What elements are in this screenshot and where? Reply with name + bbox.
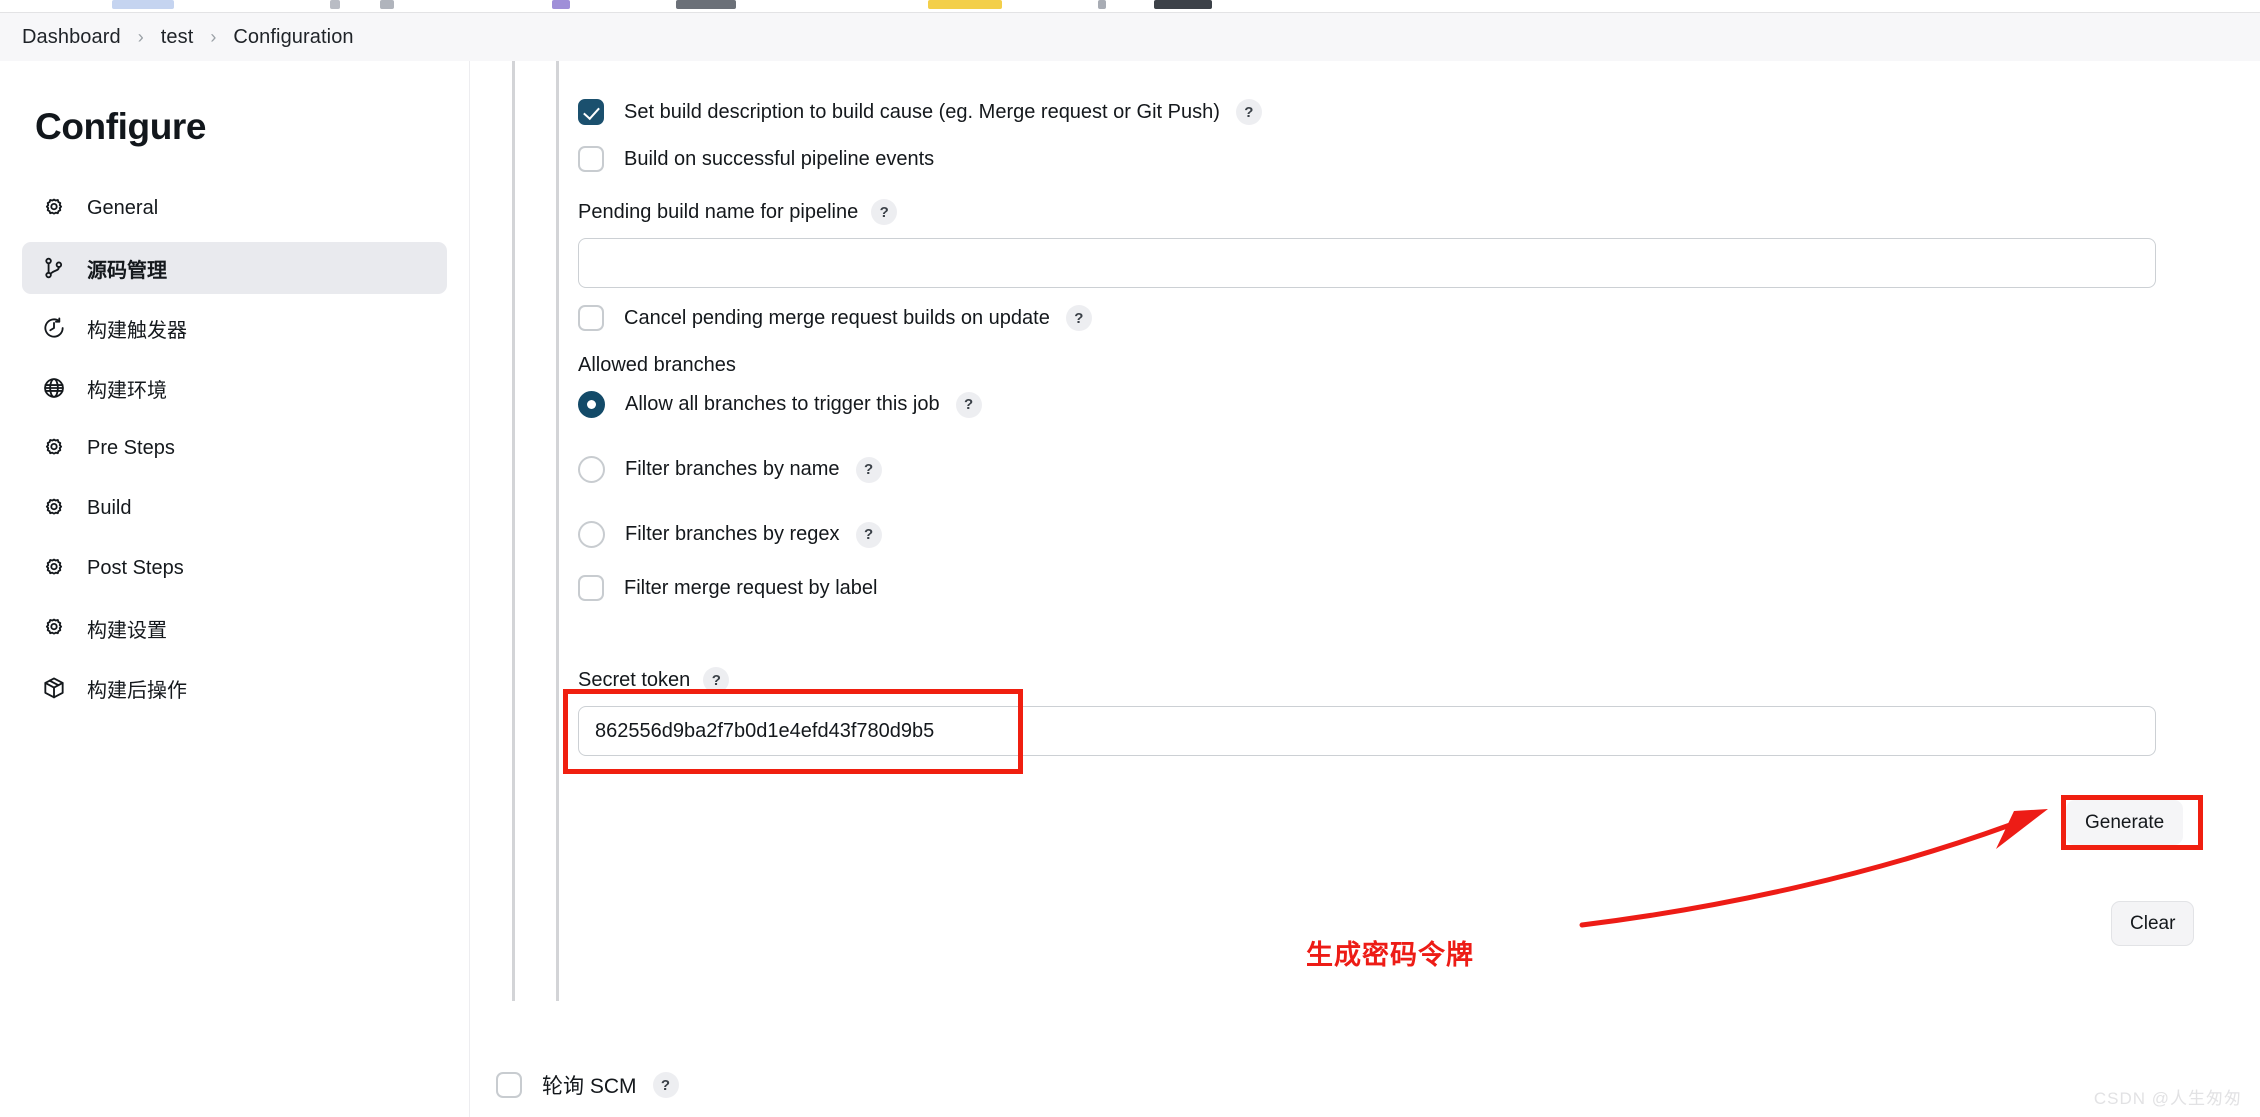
pending-build-name-input-wrap [578,238,2156,288]
gear-icon [40,434,68,462]
branch-icon [40,254,68,282]
sidebar-item-8[interactable]: 构建后操作 [22,662,447,714]
filter-merge-request-by-label-checkbox[interactable] [578,575,604,601]
set-build-description-checkbox[interactable] [578,99,604,125]
help-icon[interactable]: ? [1235,99,1262,125]
allowed-branches-heading: Allowed branches [578,354,736,376]
gear-icon [40,494,68,522]
poll-scm-checkbox[interactable] [496,1072,522,1098]
poll-scm-row: 轮询 SCM ? [0,1070,679,1100]
bookmark-item[interactable] [552,0,570,9]
annotation-arrow-icon [1579,809,2048,928]
help-icon[interactable]: ? [855,456,882,483]
poll-scm-label: 轮询 SCM [542,1075,637,1098]
allow-all-branches-row: Allow all branches to trigger this job ? [578,391,982,418]
bookmark-item[interactable] [1154,0,1212,9]
secret-token-label: Secret token [578,668,691,691]
help-icon[interactable]: ? [955,391,982,418]
set-build-description-label: Set build description to build cause (eg… [624,100,1220,123]
secret-token-label-row: Secret token ? [578,667,730,693]
configure-sidebar: Configure General 源码管理构建触发器构建环境 Pre Steps B… [0,61,470,1117]
panel-divider-outer [512,61,515,1001]
pending-build-name-label-row: Pending build name for pipeline ? [578,199,898,225]
help-icon[interactable]: ? [703,667,730,693]
filter-branches-by-name-row: Filter branches by name ? [578,456,882,483]
filter-branches-by-name-radio[interactable] [578,456,605,483]
gear-icon [40,194,68,222]
breadcrumb-item-test[interactable]: test [161,26,194,49]
sidebar-item-label: Pre Steps [87,436,175,459]
sidebar-item-4[interactable]: Pre Steps [22,422,447,474]
build-on-pipeline-row: Build on successful pipeline events [578,146,934,172]
globe-icon [40,374,68,402]
browser-bookmarks-strip [0,0,2260,12]
annotation-text: 生成密码令牌 [1306,940,1474,970]
allow-all-branches-radio[interactable] [578,391,605,418]
help-icon[interactable]: ? [652,1072,679,1098]
breadcrumb-separator-icon: › [137,26,144,47]
filter-branches-by-regex-row: Filter branches by regex ? [578,521,882,548]
filter-branches-by-regex-radio[interactable] [578,521,605,548]
clear-button[interactable]: Clear [2111,901,2195,946]
clock-icon [40,314,68,342]
gear-icon [40,554,68,582]
secret-token-input-wrap [578,706,2156,756]
filter-merge-request-by-label-label: Filter merge request by label [624,576,878,599]
sidebar-nav: General 源码管理构建触发器构建环境 Pre Steps Build Post S… [0,182,469,714]
help-icon[interactable]: ? [871,199,898,225]
bookmark-item[interactable] [112,0,174,9]
bookmark-item[interactable] [330,0,340,9]
bookmark-item[interactable] [380,0,394,9]
bookmark-item[interactable] [676,0,736,9]
sidebar-item-label: General [87,196,159,219]
set-build-description-row: Set build description to build cause (eg… [578,99,1262,125]
build-on-pipeline-label: Build on successful pipeline events [624,147,935,170]
secret-token-input[interactable] [578,706,2156,756]
sidebar-item-label: 构建触发器 [87,319,187,342]
breadcrumb-separator-icon: › [210,26,217,47]
watermark: CSDN @人生匆匆 [2093,1089,2242,1108]
sidebar-item-7[interactable]: 构建设置 [22,602,447,654]
sidebar-item-label: Build [87,496,132,519]
sidebar-item-label: Post Steps [87,556,184,579]
filter-merge-request-by-label-row: Filter merge request by label [578,575,877,601]
sidebar-item-2[interactable]: 构建触发器 [22,302,447,354]
bookmark-item[interactable] [928,0,1002,9]
pending-build-name-label: Pending build name for pipeline [578,200,859,223]
main-content: Set build description to build cause (eg… [470,61,2260,1117]
cancel-pending-label: Cancel pending merge request builds on u… [624,306,1050,329]
sidebar-item-6[interactable]: Post Steps [22,542,447,594]
build-on-pipeline-checkbox[interactable] [578,146,604,172]
help-icon[interactable]: ? [855,521,882,548]
bookmark-item[interactable] [1098,0,1106,9]
breadcrumb: Dashboard › test › Configuration [0,13,2260,61]
sidebar-item-5[interactable]: Build [22,482,447,534]
sidebar-item-label: 构建后操作 [87,679,187,702]
filter-branches-by-name-label: Filter branches by name [625,458,840,480]
panel-divider-inner [556,61,559,1001]
help-icon[interactable]: ? [1065,305,1092,331]
breadcrumb-item-configuration[interactable]: Configuration [233,26,353,49]
cancel-pending-row: Cancel pending merge request builds on u… [578,305,1092,331]
cancel-pending-checkbox[interactable] [578,305,604,331]
filter-branches-by-regex-label: Filter branches by regex [625,523,840,545]
breadcrumb-item-dashboard[interactable]: Dashboard [22,26,121,49]
generate-button[interactable]: Generate [2066,800,2184,845]
allow-all-branches-label: Allow all branches to trigger this job [625,393,940,415]
page-title: Configure [35,106,207,147]
package-icon [40,674,68,702]
sidebar-item-label: 构建环境 [87,379,167,402]
sidebar-item-0[interactable]: General [22,182,447,234]
sidebar-item-label: 源码管理 [87,259,167,282]
sidebar-item-1[interactable]: 源码管理 [22,242,447,294]
gear-icon [40,614,68,642]
sidebar-item-label: 构建设置 [87,619,167,642]
sidebar-item-3[interactable]: 构建环境 [22,362,447,414]
pending-build-name-input[interactable] [578,238,2156,288]
